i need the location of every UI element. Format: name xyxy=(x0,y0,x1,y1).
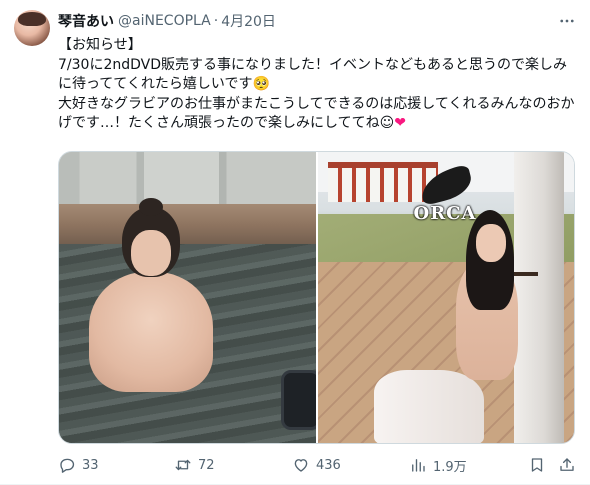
window-frame xyxy=(59,152,316,212)
photo-hot-spring[interactable] xyxy=(59,152,316,443)
retweet-button[interactable]: 72 xyxy=(174,454,215,476)
reply-count: 33 xyxy=(82,457,99,473)
retweet-icon xyxy=(175,459,191,471)
heart-icon xyxy=(294,459,308,472)
share-icon xyxy=(560,458,574,471)
tweet-header: 琴音あい @aiNECOPLA · 4月20日 xyxy=(58,11,276,31)
display-name[interactable]: 琴音あい xyxy=(58,11,114,31)
model-face xyxy=(131,230,171,276)
views-count: 1.9万 xyxy=(433,459,467,475)
tweet[interactable]: 琴音あい @aiNECOPLA · 4月20日 【お知らせ】 7/30に2ndD… xyxy=(0,0,590,485)
reply-icon xyxy=(60,458,75,473)
model-legs xyxy=(374,370,484,443)
like-button[interactable]: 436 xyxy=(292,454,341,476)
separator-dot: · xyxy=(213,13,219,29)
model-torso xyxy=(89,272,213,392)
orca-fin-icon xyxy=(417,164,475,206)
views-icon xyxy=(412,459,425,472)
retweet-count: 72 xyxy=(198,457,215,473)
media-grid: ORCA xyxy=(58,151,575,444)
model-face-right xyxy=(476,224,506,262)
reply-button[interactable]: 33 xyxy=(58,454,99,476)
views-button[interactable]: 1.9万 xyxy=(409,454,467,476)
heart-emoji: ❤ xyxy=(394,115,406,131)
bookmark-button[interactable] xyxy=(528,454,546,476)
avatar[interactable] xyxy=(14,10,50,46)
like-count: 436 xyxy=(316,457,341,473)
tweet-text-content: 【お知らせ】 7/30に2ndDVD販売する事になりました！イベントなどもあると… xyxy=(58,37,575,131)
photo-balcony[interactable]: ORCA xyxy=(318,152,574,443)
orca-logo: ORCA xyxy=(410,164,480,224)
share-button[interactable] xyxy=(558,454,576,476)
bookmark-icon xyxy=(531,458,543,472)
bath-ledge xyxy=(59,204,316,248)
tweet-date[interactable]: 4月20日 xyxy=(221,11,276,31)
orca-logo-text: ORCA xyxy=(413,203,477,224)
camera-rig xyxy=(281,370,316,430)
more-options-button[interactable] xyxy=(556,10,578,32)
tweet-text: 【お知らせ】 7/30に2ndDVD販売する事になりました！イベントなどもあると… xyxy=(58,36,580,134)
hair-bun xyxy=(139,198,163,216)
action-bar: 33 72 436 1.9万 xyxy=(58,454,580,476)
user-handle[interactable]: @aiNECOPLA xyxy=(118,13,211,29)
more-icon xyxy=(560,19,574,23)
